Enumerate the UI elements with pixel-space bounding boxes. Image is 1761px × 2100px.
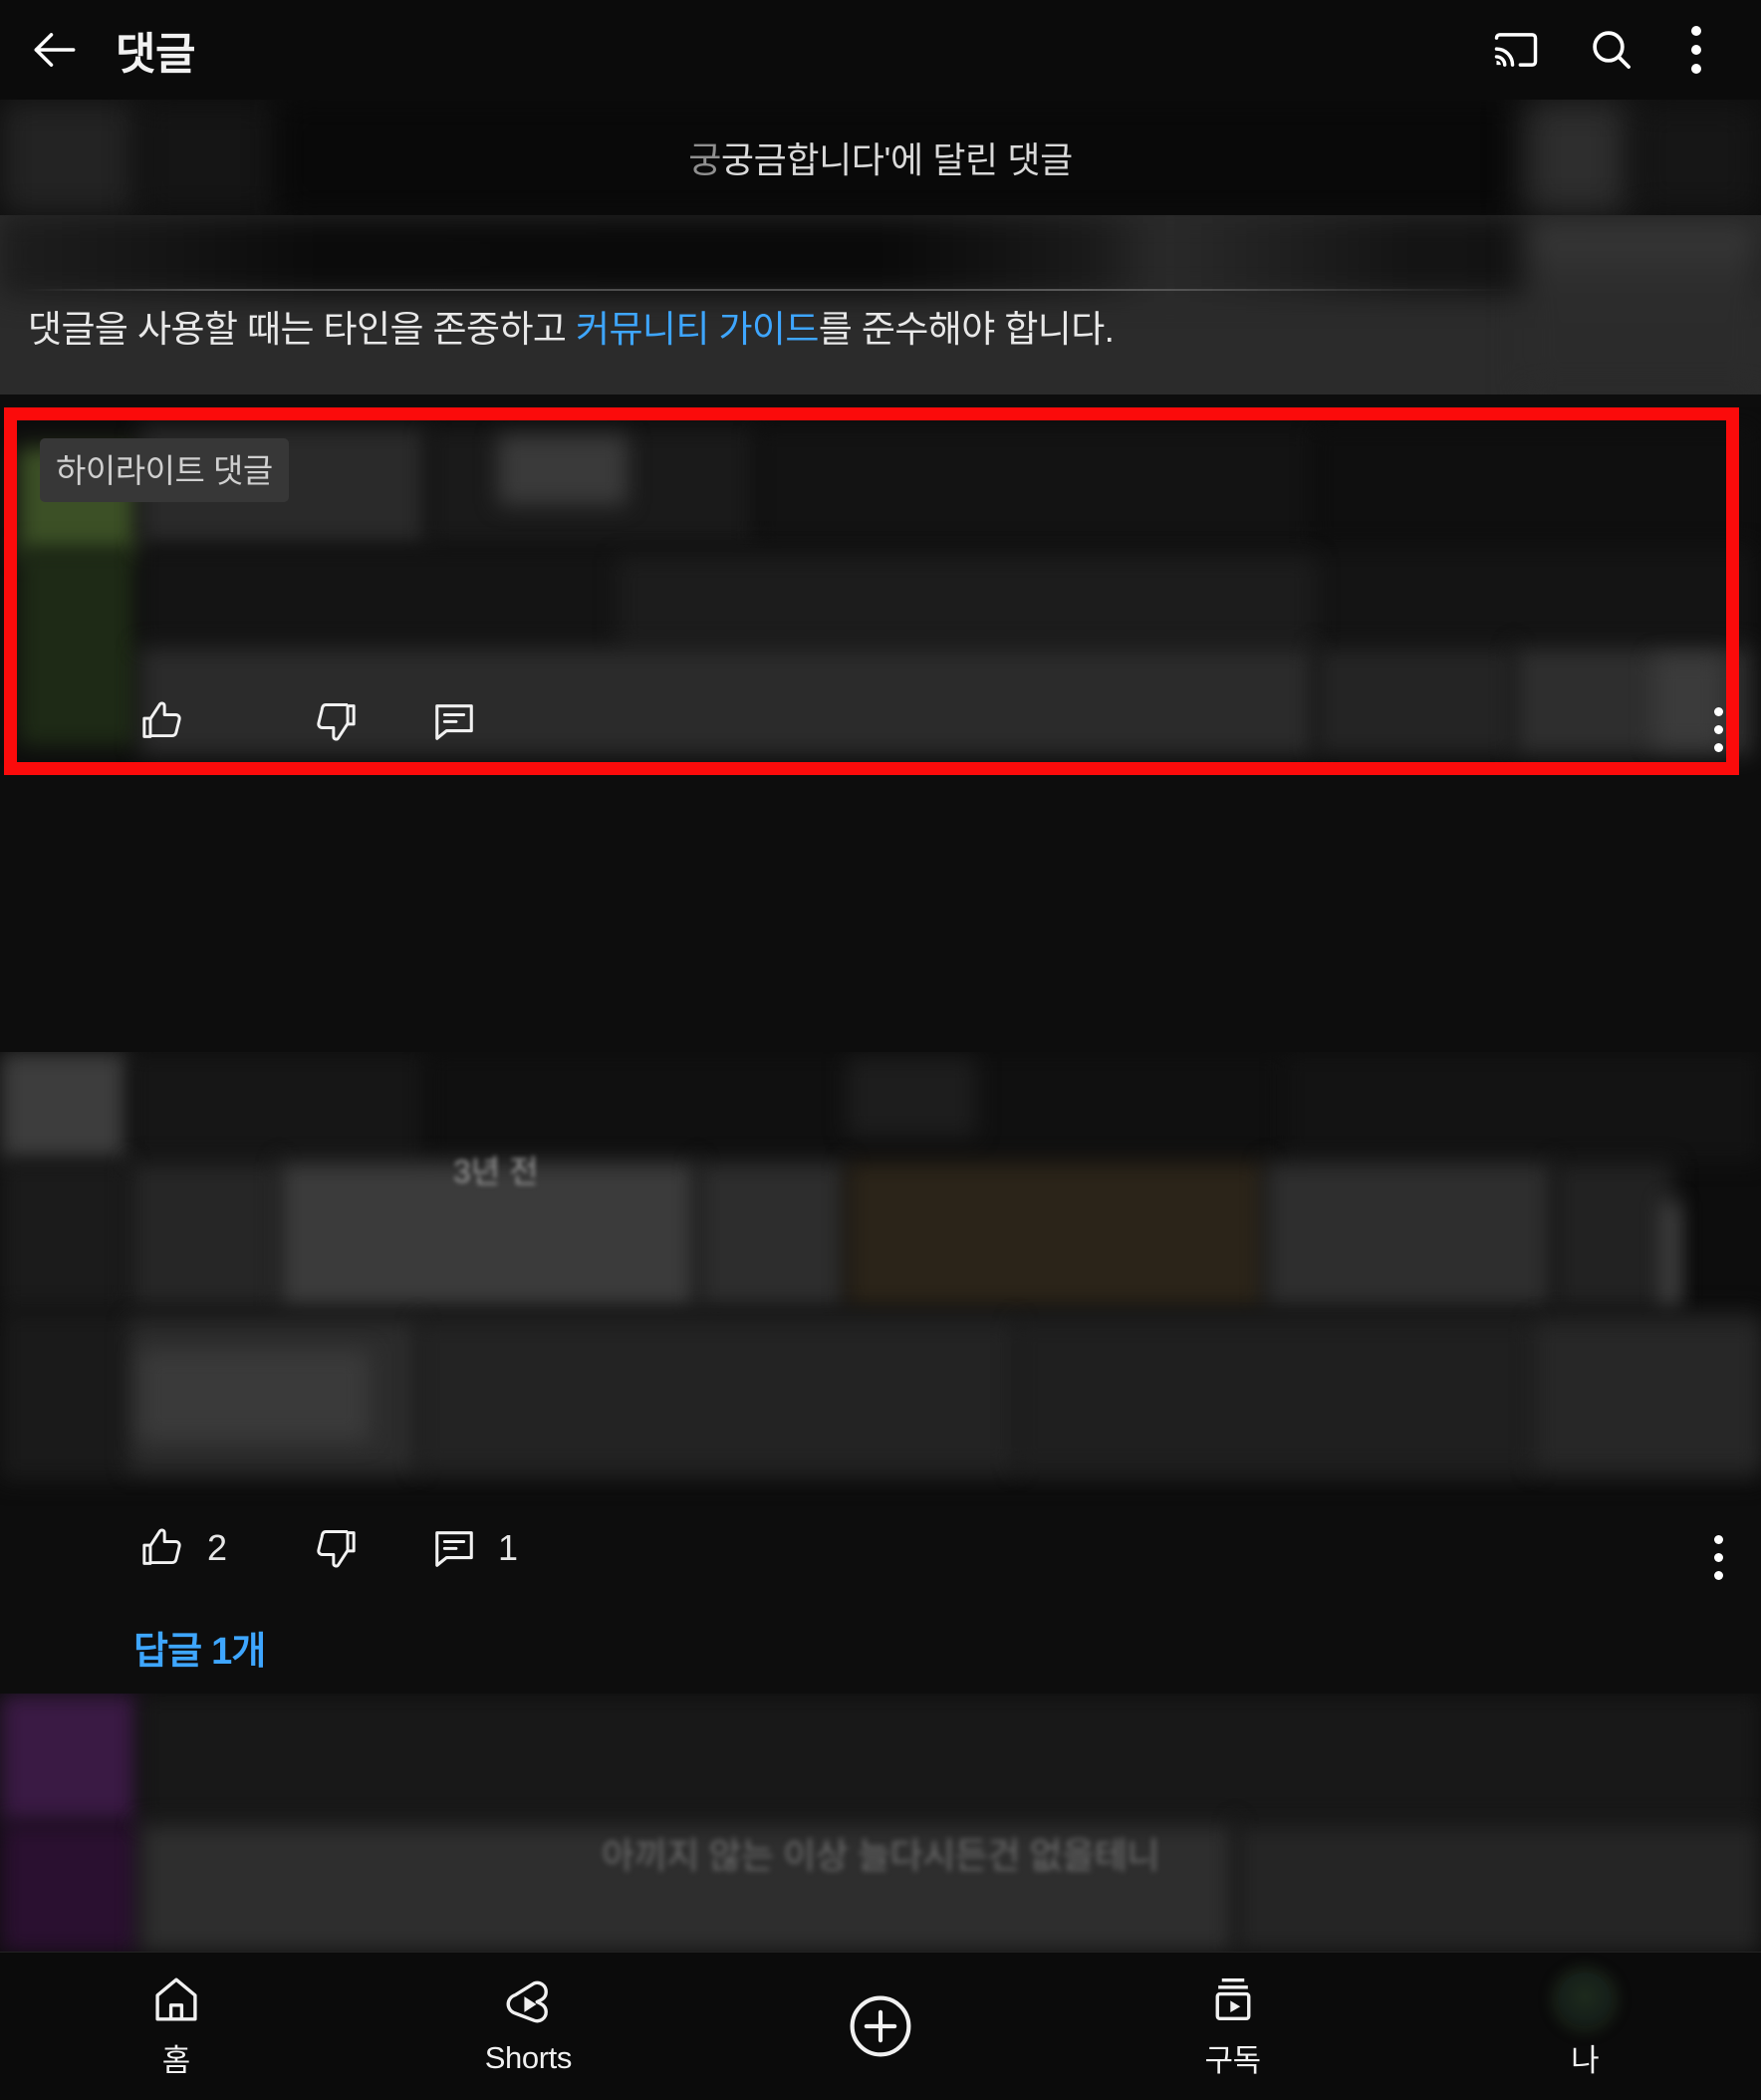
comment2-action-bar: 2 1 [133, 1525, 564, 1571]
nav-item-you[interactable]: 나 [1408, 1953, 1761, 2100]
guideline-prefix: 댓글을 사용할 때는 타인을 존중하고 [28, 309, 576, 350]
video-title-strip: 궁 궁금합니다'에 달린 댓글 [0, 100, 1761, 215]
community-guidelines-link[interactable]: 커뮤니티 가이드 [576, 309, 819, 350]
bottom-navigation: 홈 Shorts 구독 나 [0, 1952, 1761, 2100]
nav-label-subscriptions: 구독 [1204, 2043, 1261, 2078]
like-button[interactable] [133, 698, 305, 744]
video-title-masked-prefix: 궁 [688, 139, 721, 180]
shorts-icon [506, 1980, 549, 2022]
dislike-button[interactable] [305, 698, 424, 744]
nav-label-home: 홈 [161, 2043, 191, 2078]
comment-action-bar [133, 698, 544, 744]
guideline-text: 댓글을 사용할 때는 타인을 존중하고 커뮤니티 가이드를 준수해야 합니다. [28, 299, 1721, 353]
search-button[interactable] [1564, 0, 1659, 100]
more-vertical-icon [1713, 1534, 1723, 1580]
dislike-button[interactable] [305, 1525, 424, 1571]
cast-icon [1494, 33, 1538, 67]
cast-button[interactable] [1468, 0, 1564, 100]
comment-timestamp: 3년 전 [453, 1154, 539, 1189]
nav-item-shorts[interactable]: Shorts [353, 1953, 705, 2100]
nav-item-home[interactable]: 홈 [0, 1953, 353, 2100]
nav-label-you: 나 [1571, 2043, 1600, 2078]
plus-circle-icon [850, 1995, 911, 2057]
comment-overflow-button[interactable] [1683, 694, 1753, 764]
thumbs-up-icon [133, 1525, 193, 1571]
comment-item-second[interactable]: 3년 전 2 1 답글 1개 [0, 1052, 1761, 1673]
account-avatar-icon [1558, 1972, 1613, 2026]
thumbs-down-icon [305, 1525, 365, 1571]
comment-overflow-button[interactable] [1683, 1522, 1753, 1592]
guideline-divider [22, 289, 1516, 291]
obscured-text-bleed: 아끼지 않는 이상 늘다시든건 없을테니 [0, 1803, 1761, 1953]
nav-item-create[interactable] [704, 1953, 1057, 2100]
home-icon [155, 1977, 197, 2021]
page-title: 댓글 [116, 30, 195, 79]
app-bar: 댓글 [0, 0, 1761, 100]
reply-button[interactable]: 1 [424, 1525, 564, 1571]
youtube-comments-screen: 궁 궁금합니다'에 달린 댓글 댓글을 사용할 때는 타인을 존중하고 커뮤니티 … [0, 0, 1761, 2100]
thumbs-up-icon [133, 698, 193, 744]
search-icon [1593, 31, 1631, 69]
app-bar-actions [1468, 0, 1761, 100]
comment-reply-icon [424, 698, 484, 744]
arrow-left-icon [34, 33, 76, 67]
more-vertical-icon [1713, 706, 1723, 752]
app-bar-overflow-button[interactable] [1659, 0, 1733, 100]
subscriptions-icon [1215, 1977, 1251, 2021]
back-button[interactable] [0, 0, 110, 100]
reply-count: 1 [498, 1527, 518, 1568]
thumbs-down-icon [305, 698, 365, 744]
nav-item-subscriptions[interactable]: 구독 [1057, 1953, 1409, 2100]
video-title-text: 궁금합니다'에 달린 댓글 [720, 139, 1073, 180]
highlighted-comment-badge: 하이라이트 댓글 [40, 438, 289, 502]
comment-reply-icon [424, 1525, 484, 1571]
guideline-suffix: 를 준수해야 합니다. [818, 309, 1115, 350]
like-count: 2 [207, 1527, 227, 1568]
obscured-comment-line: 아끼지 않는 이상 늘다시든건 없을테니 [602, 1835, 1159, 1876]
nav-label-shorts: Shorts [484, 2039, 573, 2075]
view-replies-button[interactable]: 답글 1개 [133, 1620, 266, 1675]
more-vertical-icon [1691, 26, 1701, 74]
like-button[interactable]: 2 [133, 1525, 305, 1571]
reply-button[interactable] [424, 698, 544, 744]
